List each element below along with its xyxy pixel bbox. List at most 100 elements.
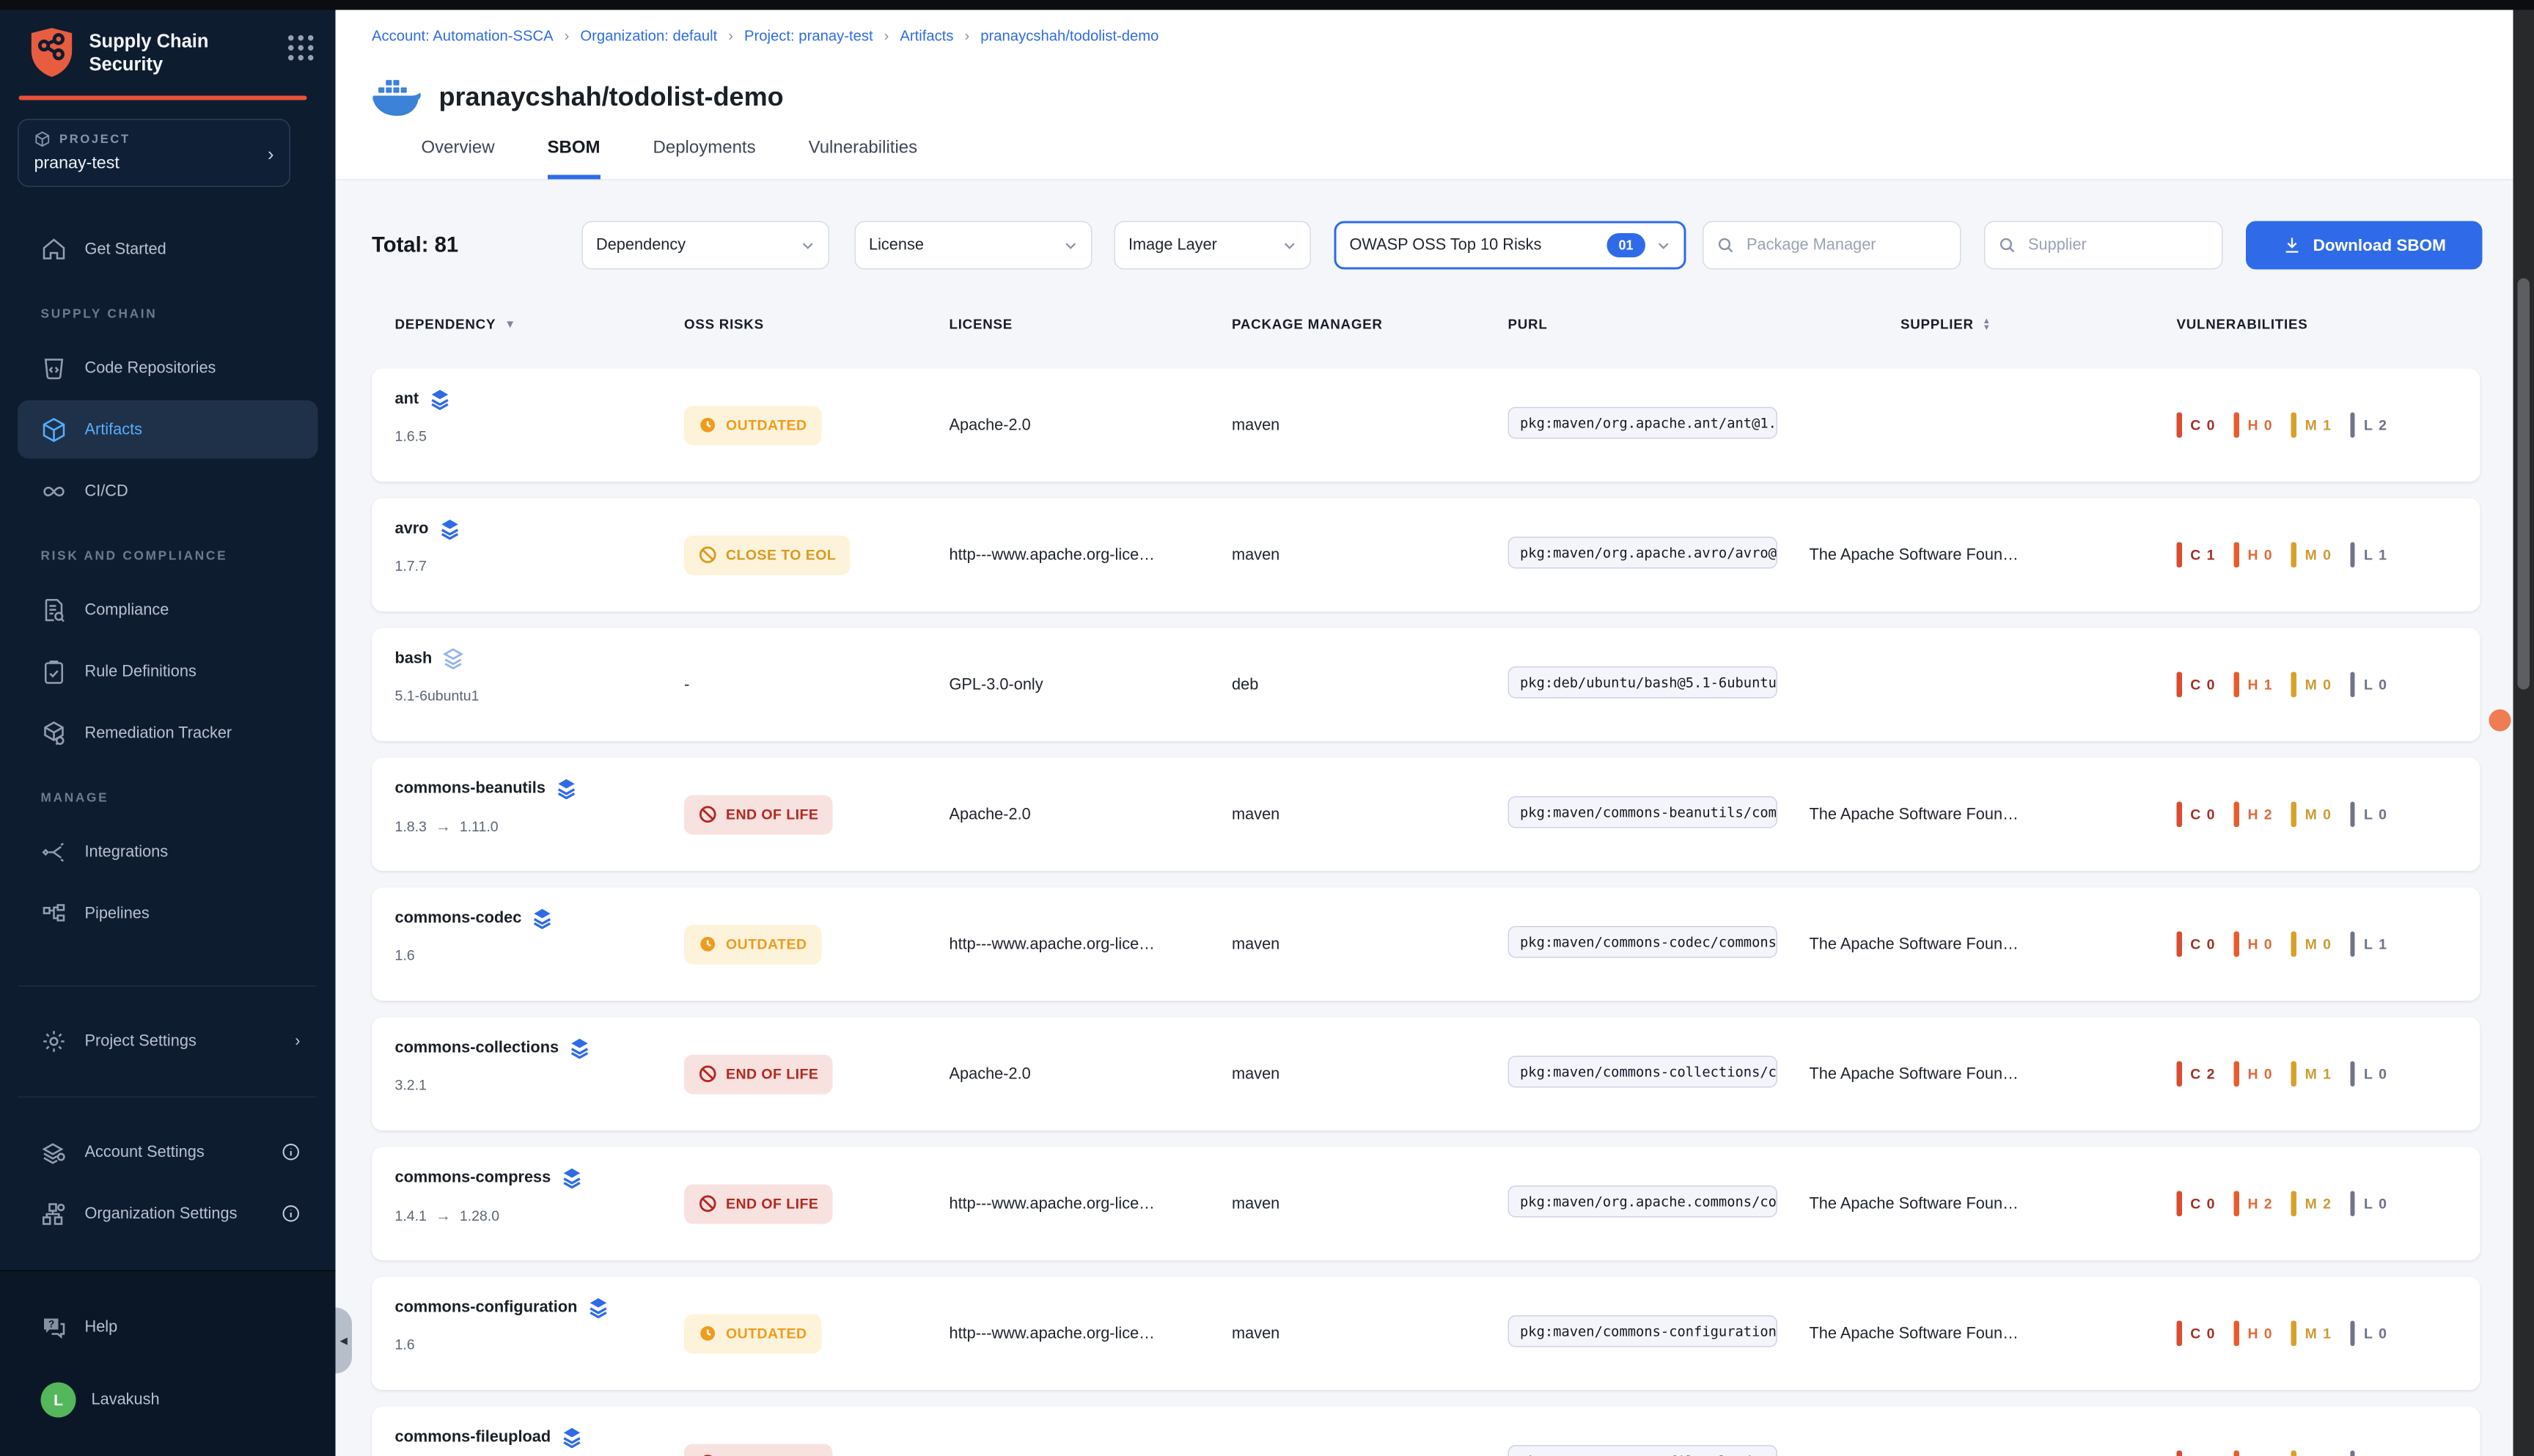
sidebar-item-rule-definitions[interactable]: Rule Definitions bbox=[18, 642, 318, 701]
dependency-filter-dropdown[interactable]: Dependency bbox=[582, 221, 830, 270]
vulnerability-counts: C0 H2 M0 L0 bbox=[2177, 802, 2480, 828]
low-count: L0 bbox=[2350, 1191, 2387, 1217]
chevron-down-icon bbox=[1064, 238, 1079, 253]
purl-value[interactable]: pkg:deb/ubuntu/bash@5.1-6ubuntu1 bbox=[1508, 666, 1778, 698]
table-row[interactable]: commons-beanutils 1.8.3 → 1.11.0 bbox=[372, 758, 2480, 872]
oss-risk-badge: OUTDATED bbox=[684, 1314, 821, 1353]
sort-both-icon: ▲▼ bbox=[1983, 318, 1991, 331]
column-supplier[interactable]: SUPPLIER ▲▼ bbox=[1795, 317, 2177, 332]
package-manager: deb bbox=[1232, 676, 1508, 694]
license: http---www.apache.org-lice… bbox=[950, 935, 1233, 953]
column-dependency[interactable]: DEPENDENCY▼ bbox=[372, 317, 684, 332]
table-row[interactable]: commons-compress 1.4.1 → 1.28.0 bbox=[372, 1147, 2480, 1261]
purl-value[interactable]: pkg:maven/commons-codec/commons-… bbox=[1508, 925, 1778, 957]
sort-desc-icon: ▼ bbox=[504, 318, 516, 331]
purl-value[interactable]: pkg:maven/commons-configuration/… bbox=[1508, 1315, 1778, 1347]
low-count: L0 bbox=[2350, 1062, 2387, 1087]
tab-sbom[interactable]: SBOM bbox=[548, 139, 601, 180]
vulnerability-counts: C2 H0 M1 L0 bbox=[2177, 1062, 2480, 1087]
sidebar-item-artifacts[interactable]: Artifacts bbox=[18, 400, 318, 459]
package-manager-search[interactable] bbox=[1703, 221, 1961, 270]
sidebar-item-pipelines[interactable]: Pipelines bbox=[18, 884, 318, 943]
purl-value[interactable]: pkg:maven/commons-fileupload/… bbox=[1508, 1444, 1778, 1456]
license: Apache-2.0 bbox=[950, 416, 1233, 434]
tab-vulnerabilities[interactable]: Vulnerabilities bbox=[809, 139, 918, 180]
breadcrumb-account[interactable]: Account: Automation-SSCA bbox=[372, 28, 554, 45]
low-count: L1 bbox=[2350, 932, 2387, 957]
dependency-layers-icon bbox=[532, 908, 554, 930]
vulnerability-counts: C0 H0 M0 L1 bbox=[2177, 932, 2480, 957]
module-switcher-icon[interactable] bbox=[288, 35, 314, 61]
tab-deployments[interactable]: Deployments bbox=[653, 139, 756, 180]
high-count: H0 bbox=[2234, 413, 2273, 438]
project-name: pranay-test bbox=[34, 154, 274, 174]
info-icon[interactable] bbox=[282, 1205, 301, 1224]
breadcrumb-organization[interactable]: Organization: default bbox=[580, 28, 717, 45]
breadcrumb-artifacts[interactable]: Artifacts bbox=[900, 28, 953, 45]
package-manager-search-input[interactable] bbox=[1744, 235, 1947, 255]
breadcrumb-project[interactable]: Project: pranay-test bbox=[744, 28, 873, 45]
purl-value[interactable]: pkg:maven/org.apache.ant/ant@1.6… bbox=[1508, 406, 1778, 438]
critical-count: C0 bbox=[2177, 672, 2216, 698]
image-layer-filter-dropdown[interactable]: Image Layer bbox=[1114, 221, 1312, 270]
info-icon[interactable] bbox=[282, 1143, 301, 1162]
table-row[interactable]: bash 5.1-6ubuntu1 → bbox=[372, 628, 2480, 742]
column-vulnerabilities: VULNERABILITIES bbox=[2177, 317, 2480, 332]
sidebar-user[interactable]: L Lavakush bbox=[18, 1370, 318, 1429]
oss-risk-badge: END OF LIFE bbox=[684, 1054, 833, 1094]
low-count: L0 bbox=[2350, 1321, 2387, 1347]
table-row[interactable]: commons-collections 3.2.1 → bbox=[372, 1018, 2480, 1131]
critical-count: C0 bbox=[2177, 1191, 2216, 1217]
ban-icon bbox=[699, 805, 718, 824]
tab-overview[interactable]: Overview bbox=[422, 139, 495, 180]
table-row[interactable]: avro 1.7.7 → bbox=[372, 499, 2480, 612]
column-oss-risks: OSS RISKS bbox=[684, 317, 950, 332]
low-count: L2 bbox=[2350, 413, 2387, 438]
app-logo[interactable]: Supply Chain Security bbox=[29, 26, 208, 78]
dependency-layers-icon bbox=[587, 1297, 609, 1319]
sidebar-item-help[interactable]: ? Help bbox=[18, 1298, 318, 1356]
medium-count: M1 bbox=[2291, 1321, 2332, 1347]
scrollbar-thumb[interactable] bbox=[2518, 279, 2530, 690]
table-row[interactable]: ant 1.6.5 → bbox=[372, 369, 2480, 482]
column-package-manager: PACKAGE MANAGER bbox=[1232, 317, 1508, 332]
sidebar-item-organization-settings[interactable]: Organization Settings bbox=[18, 1185, 318, 1243]
sidebar-item-account-settings[interactable]: Account Settings bbox=[18, 1123, 318, 1182]
sidebar-item-cicd[interactable]: CI/CD bbox=[18, 462, 318, 521]
table-row[interactable]: commons-fileupload → bbox=[372, 1407, 2480, 1456]
column-purl: PURL bbox=[1508, 317, 1796, 332]
sidebar-collapse-handle[interactable]: ◀ bbox=[336, 1308, 353, 1374]
medium-count: M2 bbox=[2291, 1191, 2332, 1217]
table-row[interactable]: commons-codec 1.6 → bbox=[372, 888, 2480, 1001]
purl-value[interactable]: pkg:maven/org.apache.avro/avro@1… bbox=[1508, 536, 1778, 568]
critical-count: C0 bbox=[2177, 413, 2216, 438]
purl-value[interactable]: pkg:maven/org.apache.commons/com… bbox=[1508, 1185, 1778, 1217]
owasp-risks-filter-dropdown[interactable]: OWASP OSS Top 10 Risks 01 bbox=[1334, 221, 1686, 270]
account-layers-gear-icon bbox=[41, 1139, 67, 1165]
purl-value[interactable]: pkg:maven/commons-beanutils/comm… bbox=[1508, 795, 1778, 828]
feedback-beacon-dot[interactable] bbox=[2489, 710, 2511, 732]
oss-risk-badge: END OF LIFE bbox=[684, 795, 833, 834]
supplier-search[interactable] bbox=[1984, 221, 2223, 270]
sidebar-item-get-started[interactable]: Get Started bbox=[18, 220, 318, 279]
download-sbom-button[interactable]: Download SBOM bbox=[2246, 221, 2483, 270]
page-scrollbar[interactable] bbox=[2513, 0, 2534, 1456]
supplier-search-input[interactable] bbox=[2026, 235, 2208, 255]
license: GPL-3.0-only bbox=[950, 676, 1233, 694]
vulnerability-counts: C0 H1 M0 L0 bbox=[2177, 672, 2480, 698]
project-selector[interactable]: PROJECT pranay-test › bbox=[18, 119, 290, 187]
purl-value[interactable]: pkg:maven/commons-collections/co… bbox=[1508, 1055, 1778, 1087]
low-count: L0 bbox=[2350, 672, 2387, 698]
sidebar-item-code-repositories[interactable]: Code Repositories bbox=[18, 339, 318, 397]
dependency-layers-icon bbox=[569, 1037, 591, 1059]
sidebar-item-project-settings[interactable]: Project Settings › bbox=[18, 1012, 318, 1070]
sidebar-item-compliance[interactable]: Compliance bbox=[18, 581, 318, 639]
dependency-version: 1.8.3 → 1.11.0 bbox=[395, 817, 685, 835]
sidebar-item-remediation-tracker[interactable]: Remediation Tracker bbox=[18, 704, 318, 762]
supplier: The Apache Software Foun… bbox=[1795, 935, 2177, 953]
sidebar-item-integrations[interactable]: Integrations bbox=[18, 823, 318, 881]
breadcrumb-artifact-name[interactable]: pranaycshah/todolist-demo bbox=[980, 28, 1158, 45]
page-title: pranaycshah/todolist-demo bbox=[439, 83, 784, 114]
license-filter-dropdown[interactable]: License bbox=[855, 221, 1092, 270]
table-row[interactable]: commons-configuration 1.6 → bbox=[372, 1277, 2480, 1391]
